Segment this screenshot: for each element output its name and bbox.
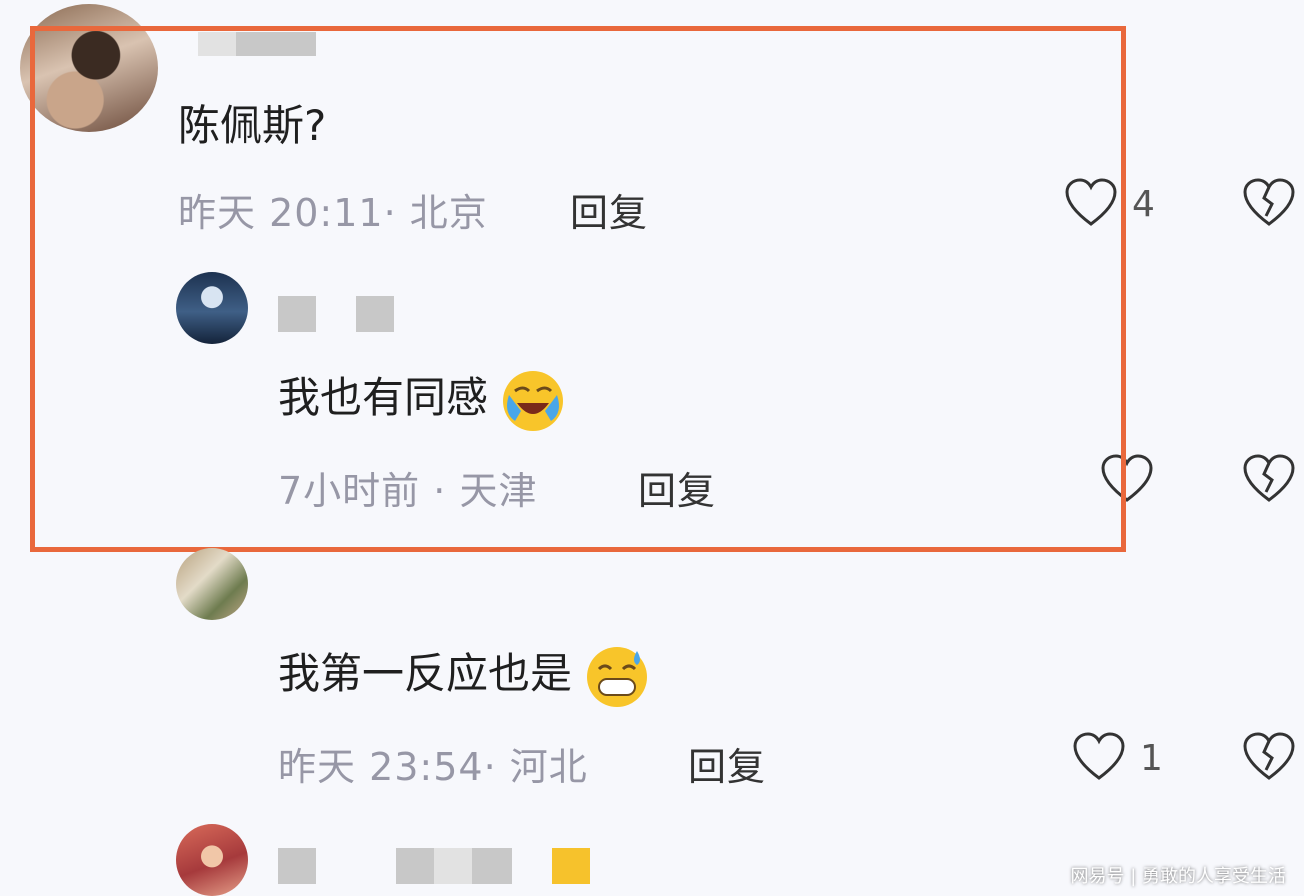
redacted-username-2a <box>278 296 316 332</box>
redacted-username-2b <box>356 296 394 332</box>
comment-location-3: 河北 <box>509 745 588 789</box>
comment-text-3: 我第一反应也是 <box>278 640 649 709</box>
comment-meta-2: 7小时前 · 天津 <box>278 460 537 515</box>
like-count-3: 1 <box>1140 738 1163 779</box>
user-badge-4 <box>552 848 590 884</box>
comment-location-1: 北京 <box>409 191 488 235</box>
comment-text-2: 我也有同感 <box>278 364 565 433</box>
redacted-username-4b <box>396 848 434 884</box>
user-avatar-3[interactable] <box>176 548 248 620</box>
meta-separator-3: · <box>483 745 510 789</box>
redacted-username-1b <box>236 32 316 56</box>
comment-time-1: 昨天 20:11 <box>178 191 384 235</box>
broken-heart-icon[interactable] <box>1242 732 1296 782</box>
heart-outline-icon[interactable] <box>1100 454 1154 504</box>
redacted-username-4c <box>434 848 472 884</box>
broken-heart-icon[interactable] <box>1242 178 1296 228</box>
crying-laughing-emoji <box>503 370 564 431</box>
user-avatar-1[interactable] <box>20 4 158 132</box>
comment-meta-1: 昨天 20:11· 北京 <box>178 182 488 237</box>
comment-text-2-content: 我也有同感 <box>278 373 489 422</box>
watermark: 网易号 | 勇敢的人享受生活 <box>1070 866 1286 887</box>
comment-meta-3: 昨天 23:54· 河北 <box>278 736 588 791</box>
heart-outline-icon[interactable] <box>1064 178 1118 228</box>
comment-time-3: 昨天 23:54 <box>278 745 484 789</box>
reply-button-2[interactable]: 回复 <box>638 460 716 515</box>
grinning-sweat-emoji <box>587 646 648 707</box>
user-avatar-4[interactable] <box>176 824 248 896</box>
heart-outline-icon[interactable] <box>1072 732 1126 782</box>
comment-text-3-content: 我第一反应也是 <box>278 649 573 698</box>
meta-separator-1: · <box>383 191 410 235</box>
broken-heart-icon[interactable] <box>1242 454 1296 504</box>
comment-location-2: 天津 <box>459 469 538 513</box>
like-count-1: 4 <box>1132 184 1155 225</box>
reply-button-1[interactable]: 回复 <box>570 182 648 237</box>
meta-separator-2: · <box>420 469 460 513</box>
redacted-username-4d <box>472 848 512 884</box>
redacted-username-1a <box>198 32 236 56</box>
user-avatar-2[interactable] <box>176 272 248 344</box>
comment-time-2: 7小时前 <box>278 469 421 513</box>
comment-text-1: 陈佩斯? <box>178 101 327 150</box>
reply-button-3[interactable]: 回复 <box>688 736 766 791</box>
redacted-username-4a <box>278 848 316 884</box>
